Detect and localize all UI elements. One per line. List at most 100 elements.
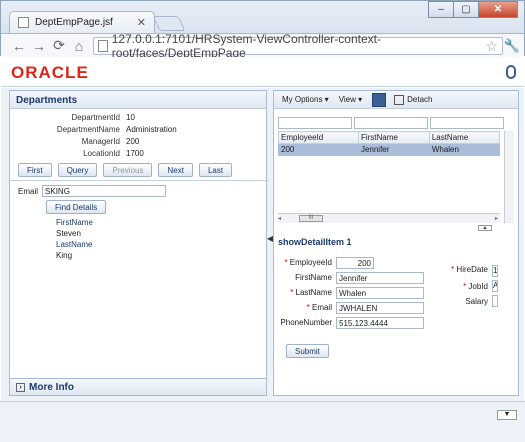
departments-panel: Departments DepartmentId 10 DepartmentNa…	[9, 90, 268, 396]
maximize-button[interactable]: ▢	[453, 1, 479, 18]
form-row: PhoneNumber 515.123.4444	[274, 315, 520, 330]
vertical-scrollbar[interactable]	[504, 131, 514, 223]
employeeid-field[interactable]: 200	[336, 256, 374, 269]
form-row: DepartmentName Administration	[10, 125, 268, 137]
header-icon[interactable]	[506, 65, 516, 79]
table-toolbar: My Options ▾ View ▾ Detach	[274, 91, 518, 109]
address-bar[interactable]: 127.0.0.1:7101/HRSystem-ViewController-c…	[93, 32, 503, 60]
email-input[interactable]: SKING	[42, 185, 167, 197]
app-body: Departments DepartmentId 10 DepartmentNa…	[1, 88, 524, 442]
my-options-menu[interactable]: My Options ▾	[282, 95, 329, 104]
app-header: ORACLE	[1, 57, 524, 87]
horizontal-scrollbar[interactable]: ◂ III ▸	[278, 213, 500, 223]
table-header-row: EmployeeId FirstName LastName	[278, 131, 501, 144]
reload-icon[interactable]: ⟳	[49, 37, 69, 54]
minimize-button[interactable]: ‒	[428, 1, 454, 18]
hiredate-field[interactable]: 1	[492, 265, 498, 277]
detail-title: showDetailItem 1	[278, 237, 352, 247]
previous-button[interactable]: Previous	[103, 163, 153, 177]
column-header[interactable]: FirstName	[357, 131, 430, 144]
table-cell[interactable]: Jennifer	[357, 143, 430, 156]
page-icon	[98, 40, 108, 52]
firstname-label: FirstName	[56, 218, 93, 227]
table-cell[interactable]: 200	[278, 143, 359, 156]
close-window-button[interactable]: ✕	[478, 1, 518, 18]
departments-title: Departments	[10, 91, 266, 109]
form-row: LocationId 1700	[10, 149, 268, 161]
tab-title: DeptEmpPage.jsf	[35, 17, 113, 28]
field-value: 1700	[126, 149, 144, 158]
navigation-buttons: First Query Previous Next Last	[18, 163, 238, 177]
status-bar: ▼	[0, 401, 525, 442]
query-button[interactable]: Query	[57, 163, 98, 177]
detach-button[interactable]: Detach	[394, 94, 433, 105]
phone-field[interactable]: 515.123.4444	[336, 316, 424, 329]
field-value: Administration	[126, 125, 177, 134]
close-tab-icon[interactable]: ✕	[137, 16, 146, 29]
email-label: Email	[18, 186, 39, 196]
lastname-value: King	[56, 251, 73, 260]
field-label: DepartmentName	[56, 125, 120, 134]
expand-icon[interactable]: ›	[16, 382, 25, 392]
form-row: DepartmentId 10	[10, 113, 268, 125]
email-field[interactable]: JWHALEN	[336, 301, 424, 314]
bookmark-star-icon[interactable]: ☆	[485, 38, 498, 55]
submit-button[interactable]: Submit	[286, 344, 329, 358]
chevron-down-icon[interactable]: ▼	[497, 410, 517, 420]
more-info-title: More Info	[29, 381, 74, 393]
more-info-header[interactable]: › More Info	[9, 378, 267, 396]
email-row: Email SKING	[18, 185, 167, 197]
detach-label: Detach	[407, 95, 433, 104]
forward-icon[interactable]: →	[29, 38, 49, 54]
oracle-logo: ORACLE	[11, 63, 89, 82]
email-label: * Email	[306, 303, 332, 312]
jobid-field[interactable]: A	[492, 280, 498, 292]
field-value: 10	[126, 113, 135, 122]
back-icon[interactable]: ←	[9, 38, 29, 54]
page-icon	[18, 17, 29, 28]
url-text: 127.0.0.1:7101/HRSystem-ViewController-c…	[111, 32, 381, 60]
firstname-label: FirstName	[295, 273, 332, 282]
browser-toolbar: ← → ⟳ ⌂ 127.0.0.1:7101/HRSystem-ViewCont…	[1, 32, 524, 60]
employees-table: EmployeeId FirstName LastName 200 Jennif…	[278, 131, 501, 156]
find-details-button[interactable]: Find Details	[46, 200, 107, 214]
browser-chrome: DeptEmpPage.jsf ✕ ‒ ▢ ✕ ← → ⟳ ⌂ 127.0.0.…	[0, 0, 525, 60]
lastname-label: * LastName	[290, 288, 332, 297]
lastname-filter[interactable]	[430, 117, 504, 129]
detach-icon	[394, 94, 405, 105]
view-menu[interactable]: View ▾	[339, 95, 362, 104]
lastname-field[interactable]: Whalen	[336, 286, 424, 299]
browser-tab[interactable]: DeptEmpPage.jsf ✕	[9, 11, 155, 33]
last-button[interactable]: Last	[198, 163, 233, 177]
next-button[interactable]: Next	[158, 163, 193, 177]
phone-label: PhoneNumber	[280, 318, 332, 327]
form-row: ManagerId 200	[10, 137, 268, 149]
field-label: DepartmentId	[71, 113, 120, 122]
firstname-filter[interactable]	[354, 117, 428, 129]
table-format-icon[interactable]	[372, 92, 387, 107]
firstname-value: Steven	[56, 229, 81, 238]
field-label: ManagerId	[81, 137, 120, 146]
hiredate-label: * HireDate	[451, 265, 488, 274]
divider	[10, 180, 268, 181]
first-button[interactable]: First	[18, 163, 52, 177]
employeeid-filter[interactable]	[278, 117, 352, 129]
new-tab-button[interactable]	[152, 16, 186, 31]
firstname-field[interactable]: Jennifer	[336, 271, 424, 284]
scroll-right-icon[interactable]: ▸	[495, 215, 498, 222]
filter-row	[278, 117, 506, 129]
salary-label: Salary	[465, 297, 488, 306]
department-form: DepartmentId 10 DepartmentName Administr…	[10, 113, 268, 161]
collapse-panel-icon[interactable]: ◀	[267, 234, 273, 243]
employeeid-label: * EmployeeId	[284, 258, 332, 267]
table-row[interactable]: 200 Jennifer Whalen	[278, 143, 501, 156]
home-icon[interactable]: ⌂	[69, 38, 89, 54]
salary-field[interactable]	[492, 295, 498, 307]
column-header[interactable]: LastName	[428, 131, 501, 144]
scroll-thumb[interactable]: III	[299, 215, 324, 222]
table-cell[interactable]: Whalen	[428, 143, 501, 156]
column-header[interactable]: EmployeeId	[278, 131, 359, 144]
wrench-icon[interactable]: 🔧	[504, 38, 520, 54]
collapse-table-icon[interactable]: ▲	[478, 225, 492, 231]
scroll-left-icon[interactable]: ◂	[278, 215, 281, 222]
